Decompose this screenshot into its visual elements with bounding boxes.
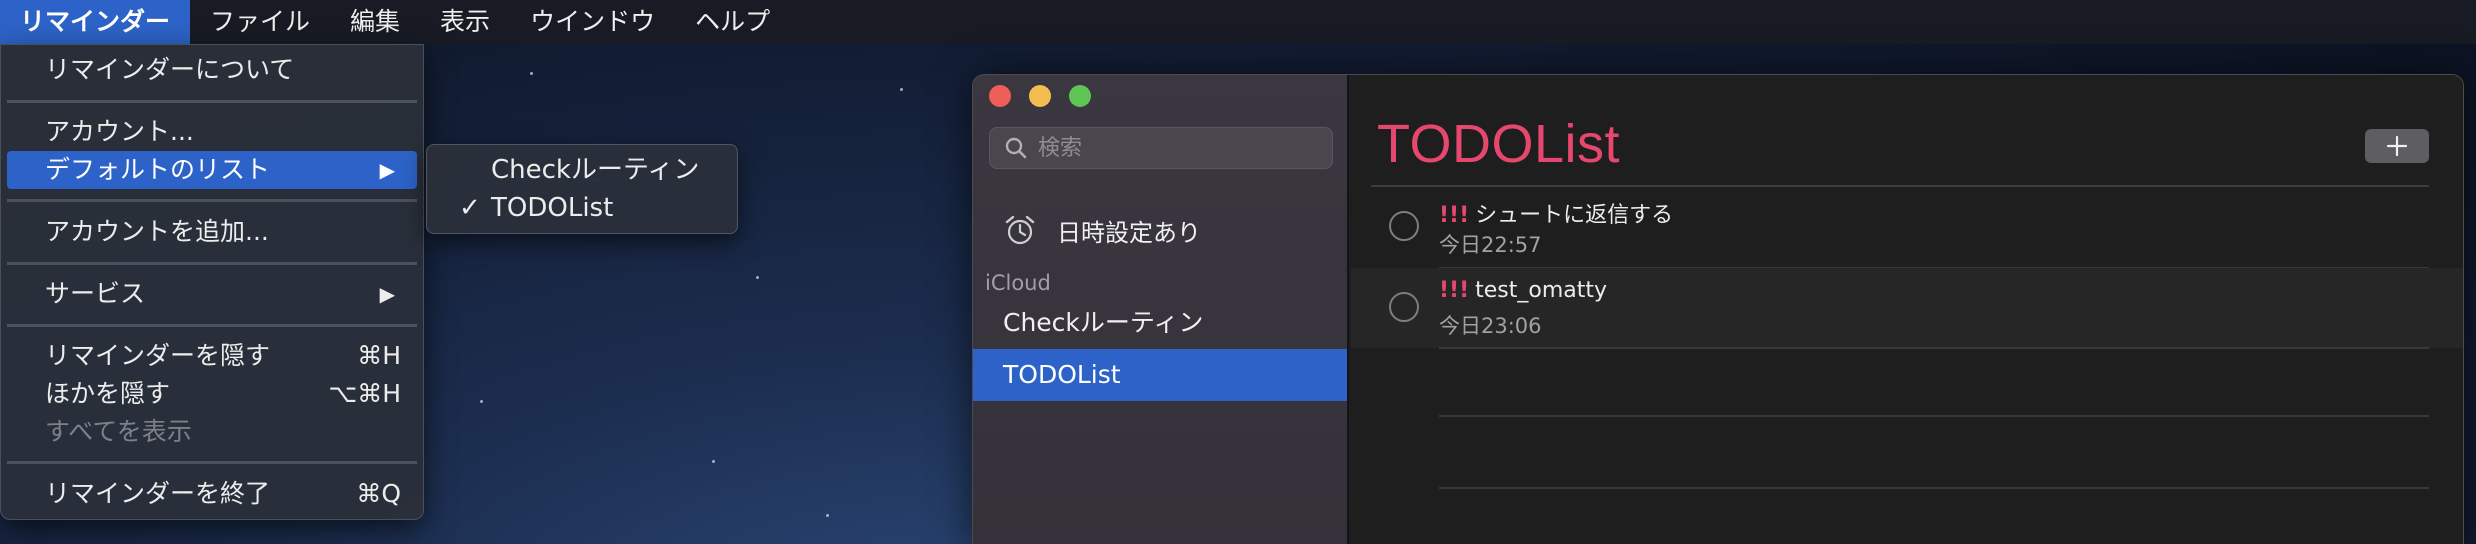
smart-list-label: 日時設定あり: [1057, 218, 1201, 247]
menu-item-hide[interactable]: リマインダーを隠す ⌘H: [7, 337, 417, 375]
menu-item-label: ほかを隠す: [45, 379, 171, 408]
menu-item-label: リマインダーを終了: [45, 479, 271, 508]
star: [530, 72, 533, 75]
reminder-title[interactable]: !!! シュートに返信する: [1439, 197, 1673, 229]
star: [756, 276, 759, 279]
menu-item-about[interactable]: リマインダーについて: [7, 51, 417, 89]
priority-marker: !!!: [1439, 203, 1470, 228]
menu-item-accounts[interactable]: アカウント...: [7, 113, 417, 151]
close-button[interactable]: [989, 85, 1011, 107]
reminder-due-date: 今日22:57: [1439, 233, 1542, 257]
reminder-name: test_omatty: [1475, 278, 1608, 303]
menu-item-label: すべてを表示: [45, 417, 192, 446]
menu-item-add-account[interactable]: アカウントを追加...: [7, 213, 417, 251]
account-section-header: iCloud: [985, 271, 1051, 295]
checkmark-icon: ✓: [459, 193, 481, 223]
shortcut-label: ⌘H: [357, 341, 401, 370]
menu-item-label: アカウント...: [45, 117, 194, 146]
menu-item-quit[interactable]: リマインダーを終了 ⌘Q: [7, 475, 417, 513]
star: [480, 400, 483, 403]
reminder-title[interactable]: !!! test_omatty: [1439, 278, 1607, 303]
minimize-button[interactable]: [1029, 85, 1051, 107]
menu-bar: リマインダー ファイル 編集 表示 ウインドウ ヘルプ: [0, 0, 2476, 44]
menu-separator: [7, 199, 417, 202]
menu-separator: [7, 262, 417, 265]
menu-item-services[interactable]: サービス ▶: [7, 275, 417, 313]
row-divider: [1439, 347, 2429, 349]
submenu-item-label: Checkルーティン: [491, 155, 700, 185]
zoom-button[interactable]: [1069, 85, 1091, 107]
sidebar-list-todolist[interactable]: TODOList: [973, 349, 1347, 401]
menu-item-label: リマインダーについて: [45, 55, 295, 84]
list-content: TODOList !!! シュートに返信する 今日22:57 !!! test_om…: [1351, 75, 2463, 544]
priority-marker: !!!: [1439, 278, 1470, 303]
star: [712, 460, 715, 463]
list-title: TODOList: [1377, 114, 1621, 174]
menu-item-default-list[interactable]: デフォルトのリスト ▶: [7, 151, 417, 189]
shortcut-label: ⌘Q: [356, 479, 401, 508]
menu-reminders[interactable]: リマインダー: [0, 0, 191, 44]
list-label: TODOList: [1003, 360, 1121, 389]
submenu-item-check-routine[interactable]: Checkルーティン: [427, 151, 737, 189]
menu-help[interactable]: ヘルプ: [675, 0, 790, 44]
star: [826, 514, 829, 517]
reminders-app-menu: リマインダーについて アカウント... デフォルトのリスト ▶ アカウントを追加…: [0, 44, 424, 520]
menu-window[interactable]: ウインドウ: [510, 0, 675, 44]
menu-view[interactable]: 表示: [420, 0, 510, 44]
row-divider: [1439, 415, 2429, 417]
star: [900, 88, 903, 91]
submenu-arrow-icon: ▶: [379, 158, 395, 182]
submenu-arrow-icon: ▶: [379, 282, 395, 306]
reminders-window: 日時設定あり iCloud Checkルーティン TODOList TODOLi…: [972, 74, 2464, 544]
complete-checkbox[interactable]: [1389, 211, 1419, 241]
reminder-item[interactable]: !!! シュートに返信する 今日22:57: [1351, 187, 2463, 267]
menu-separator: [7, 100, 417, 103]
sidebar: 日時設定あり iCloud Checkルーティン TODOList: [973, 75, 1349, 544]
menu-item-show-all: すべてを表示: [7, 413, 417, 451]
smart-list-scheduled[interactable]: 日時設定あり: [1003, 209, 1201, 251]
search-input[interactable]: [1038, 135, 1318, 161]
menu-item-label: デフォルトのリスト: [45, 155, 271, 184]
menu-item-label: リマインダーを隠す: [45, 341, 271, 370]
reminder-name: シュートに返信する: [1475, 203, 1674, 228]
plus-icon: [2386, 135, 2408, 157]
shortcut-label: ⌥⌘H: [328, 379, 401, 408]
search-field[interactable]: [989, 127, 1333, 169]
search-icon: [1005, 137, 1027, 159]
reminder-due-date: 今日23:06: [1439, 314, 1542, 338]
complete-checkbox[interactable]: [1389, 292, 1419, 322]
list-label: Checkルーティン: [1003, 308, 1204, 337]
reminder-item[interactable]: !!! test_omatty 今日23:06: [1351, 268, 2463, 348]
menu-edit[interactable]: 編集: [330, 0, 420, 44]
alarm-clock-icon: [1005, 215, 1035, 245]
menu-file[interactable]: ファイル: [190, 0, 330, 44]
menu-separator: [7, 324, 417, 327]
default-list-submenu: Checkルーティン ✓ TODOList: [426, 144, 738, 234]
menu-separator: [7, 461, 417, 464]
add-reminder-button[interactable]: [2365, 129, 2429, 163]
menu-item-hide-others[interactable]: ほかを隠す ⌥⌘H: [7, 375, 417, 413]
submenu-item-todolist[interactable]: ✓ TODOList: [427, 189, 737, 227]
sidebar-list-check-routine[interactable]: Checkルーティン: [973, 297, 1347, 349]
menu-item-label: サービス: [45, 279, 146, 308]
row-divider: [1439, 487, 2429, 489]
menu-item-label: アカウントを追加...: [45, 217, 269, 246]
submenu-item-label: TODOList: [491, 193, 614, 223]
